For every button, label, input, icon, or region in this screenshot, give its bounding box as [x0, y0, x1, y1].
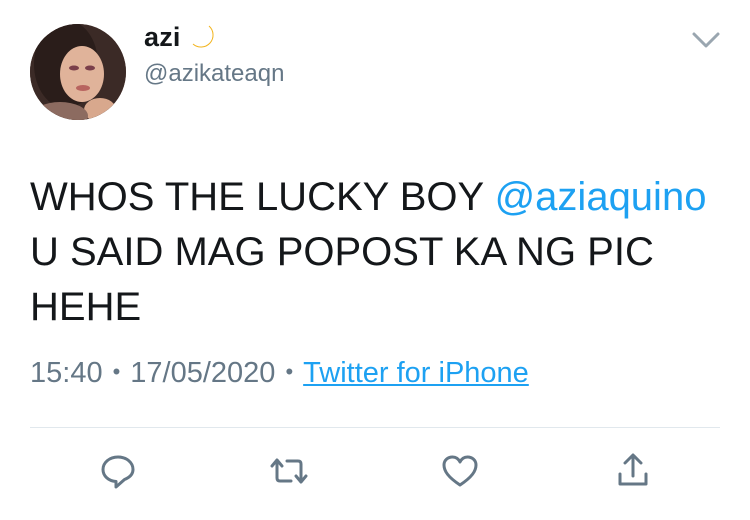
avatar-photo [30, 24, 126, 120]
share-button[interactable] [612, 450, 654, 492]
heart-icon [442, 455, 478, 487]
divider [30, 427, 720, 428]
crescent-moon-icon [192, 25, 214, 48]
mention-link[interactable]: @aziaquino [495, 175, 707, 219]
tweet-source-link[interactable]: Twitter for iPhone [303, 357, 529, 389]
tweet-text: WHOS THE LUCKY BOY @aziaquino U SAID MAG… [30, 170, 730, 335]
chevron-down-icon[interactable] [690, 28, 722, 52]
tweet-meta: 15:40 • 17/05/2020 • Twitter for iPhone [30, 357, 529, 390]
action-bar [0, 450, 750, 500]
like-button[interactable] [439, 450, 481, 492]
retweet-icon [270, 458, 308, 484]
meta-separator: • [285, 359, 294, 384]
tweet-text-part2: U SAID MAG POPOST KA NG PIC HEHE [30, 230, 654, 329]
tweet-date: 17/05/2020 [130, 357, 276, 389]
reply-button[interactable] [97, 450, 139, 492]
retweet-button[interactable] [268, 450, 310, 492]
user-handle[interactable]: @azikateaqn [144, 60, 284, 88]
tweet-text-part1: WHOS THE LUCKY BOY [30, 175, 495, 219]
meta-separator: • [112, 359, 121, 384]
share-icon [618, 453, 648, 486]
avatar[interactable] [30, 24, 126, 120]
display-name[interactable]: azi [144, 22, 181, 53]
reply-icon [101, 455, 135, 489]
tweet-time: 15:40 [30, 357, 103, 389]
